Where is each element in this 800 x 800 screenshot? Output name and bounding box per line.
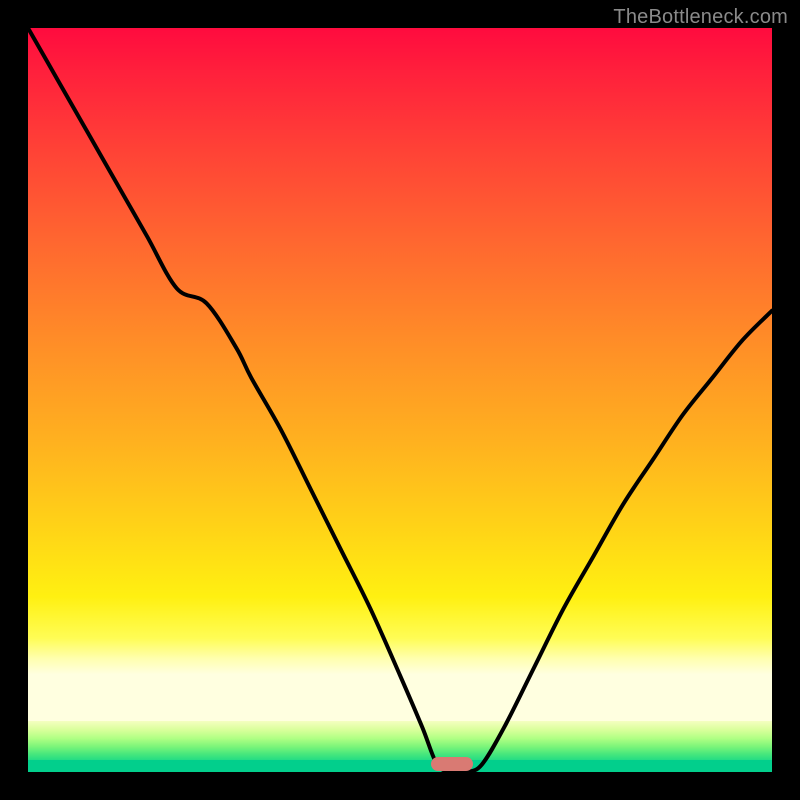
- watermark-text: TheBottleneck.com: [613, 6, 788, 29]
- curve-svg: [28, 28, 772, 772]
- bottleneck-curve: [28, 28, 772, 773]
- chart-frame: TheBottleneck.com: [0, 0, 800, 800]
- valley-marker-pill: [431, 757, 473, 771]
